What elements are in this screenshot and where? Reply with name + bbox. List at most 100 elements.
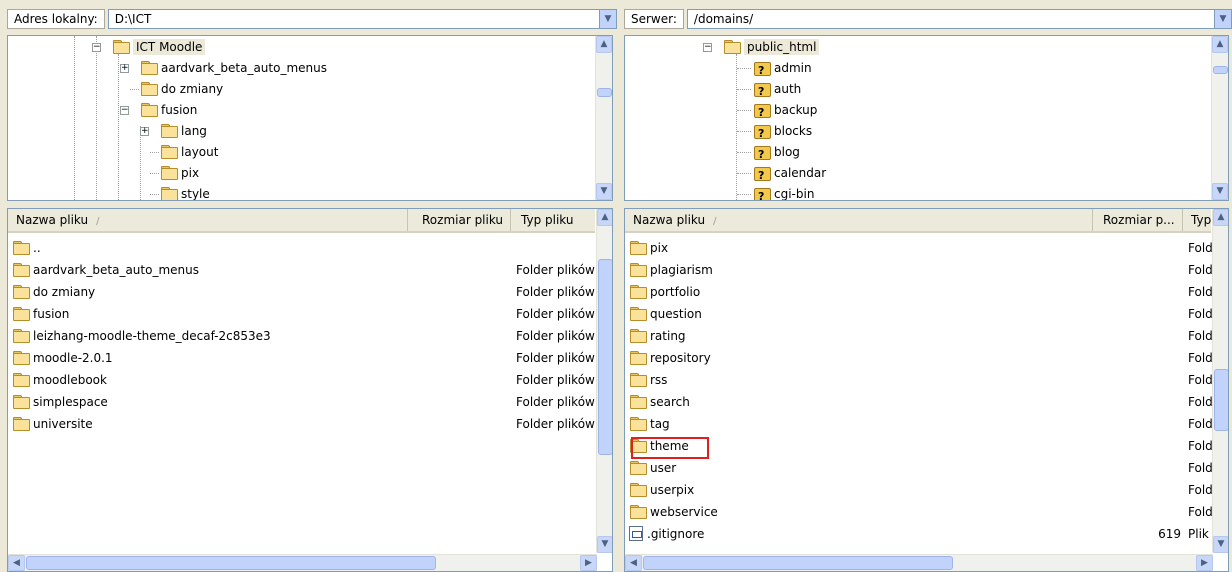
scroll-left-button[interactable]: ◀ (8, 555, 25, 571)
scroll-thumb[interactable] (643, 556, 953, 570)
chevron-down-icon[interactable]: ▼ (1215, 9, 1232, 29)
expand-icon[interactable]: + (120, 64, 129, 73)
scroll-up-button[interactable]: ▲ (597, 209, 612, 226)
list-item[interactable]: rss (629, 369, 667, 391)
tree-node[interactable]: ? backup (753, 100, 817, 120)
local-tree[interactable]: − ICT Moodle + aardvark_beta_auto_menus do z… (7, 35, 613, 201)
vertical-scrollbar[interactable]: ▲ ▼ (1211, 36, 1228, 200)
list-item[interactable]: repository (629, 347, 711, 369)
scroll-thumb[interactable] (1213, 66, 1228, 74)
tree-node[interactable]: pix (160, 163, 199, 183)
tree-guide-line (736, 54, 737, 200)
list-item[interactable]: tag (629, 413, 670, 435)
list-item[interactable]: moodle-2.0.1 (12, 347, 113, 369)
list-item[interactable]: search (629, 391, 690, 413)
folder-icon (140, 82, 158, 96)
scroll-up-button[interactable]: ▲ (596, 36, 612, 53)
question-folder-icon: ? (753, 123, 771, 140)
scroll-thumb[interactable] (598, 259, 612, 455)
tree-node[interactable]: layout (160, 142, 218, 162)
chevron-down-icon[interactable]: ▼ (600, 9, 617, 29)
horizontal-scrollbar[interactable]: ◀ ▶ (8, 554, 597, 571)
tree-node[interactable]: ? auth (753, 79, 801, 99)
list-item[interactable]: user (629, 457, 676, 479)
horizontal-scrollbar[interactable]: ◀ ▶ (625, 554, 1213, 571)
list-item[interactable]: rating (629, 325, 686, 347)
column-header-type[interactable]: Typ pliku (511, 209, 597, 231)
vertical-scrollbar[interactable]: ▲ ▼ (1212, 209, 1228, 553)
remote-address-input[interactable]: /domains/ (686, 9, 1215, 29)
list-item[interactable]: portfolio (629, 281, 700, 303)
file-type: Folder plików (516, 285, 595, 299)
scroll-left-button[interactable]: ◀ (625, 555, 642, 571)
tree-guide-line (737, 68, 751, 69)
tree-node[interactable]: ? blocks (753, 121, 812, 141)
list-item[interactable]: aardvark_beta_auto_menus (12, 259, 199, 281)
tree-node-label: calendar (774, 166, 827, 180)
tree-guide-line (74, 36, 75, 200)
tree-node[interactable]: − public_html (703, 37, 820, 57)
scroll-down-button[interactable]: ▼ (1213, 536, 1228, 553)
tree-node[interactable]: − fusion (120, 100, 197, 120)
local-address-input[interactable]: D:\ICT (107, 9, 600, 29)
collapse-icon[interactable]: − (92, 43, 101, 52)
list-item[interactable]: .. (12, 237, 41, 259)
list-item[interactable]: userpix (629, 479, 694, 501)
list-item[interactable]: simplespace (12, 391, 108, 413)
collapse-icon[interactable]: − (703, 43, 712, 52)
list-item[interactable]: .gitignore (629, 523, 704, 545)
tree-node[interactable]: ? blog (753, 142, 800, 162)
remote-file-list[interactable]: Nazwa pliku / Rozmiar p... Typ pix Fold pla… (624, 208, 1229, 572)
list-item[interactable]: universite (12, 413, 93, 435)
scroll-up-button[interactable]: ▲ (1213, 209, 1228, 226)
expand-icon[interactable]: + (140, 127, 149, 136)
list-item[interactable]: do zmiany (12, 281, 95, 303)
tree-node[interactable]: do zmiany (140, 79, 223, 99)
vertical-scrollbar[interactable]: ▲ ▼ (595, 36, 612, 200)
scroll-right-button[interactable]: ▶ (1196, 555, 1213, 571)
list-item[interactable]: question (629, 303, 702, 325)
tree-node[interactable]: − ICT Moodle (92, 37, 206, 57)
file-name: pix (650, 241, 669, 255)
column-header-type[interactable]: Typ (1183, 209, 1213, 231)
list-item[interactable]: leizhang-moodle-theme_decaf-2c853e3 (12, 325, 271, 347)
folder-icon (140, 103, 158, 117)
folder-icon (629, 505, 647, 519)
scroll-up-button[interactable]: ▲ (1212, 36, 1228, 53)
folder-icon (629, 373, 647, 387)
file-name: simplespace (33, 395, 108, 409)
tree-node[interactable]: ? calendar (753, 163, 826, 183)
list-item[interactable]: webservice (629, 501, 718, 523)
list-item[interactable]: moodlebook (12, 369, 107, 391)
scroll-down-button[interactable]: ▼ (1212, 183, 1228, 200)
file-size: 619 (1158, 527, 1181, 541)
file-type: Fold (1188, 285, 1212, 299)
column-header-name[interactable]: Nazwa pliku / (8, 209, 408, 231)
local-file-list[interactable]: Nazwa pliku / Rozmiar pliku Typ pliku .. a… (7, 208, 613, 572)
tree-node[interactable]: + lang (140, 121, 207, 141)
tree-node[interactable]: ? cgi-bin (753, 184, 814, 200)
tree-node[interactable]: + aardvark_beta_auto_menus (120, 58, 327, 78)
tree-node[interactable]: style (160, 184, 210, 200)
folder-icon (629, 395, 647, 409)
list-item[interactable]: pix (629, 237, 668, 259)
scroll-right-button[interactable]: ▶ (580, 555, 597, 571)
collapse-icon[interactable]: − (120, 106, 129, 115)
question-mark-icon: ? (758, 148, 765, 161)
list-item[interactable]: plagiarism (629, 259, 713, 281)
file-type: Fold (1188, 263, 1212, 277)
tree-node[interactable]: ? admin (753, 58, 812, 78)
list-item[interactable]: fusion (12, 303, 69, 325)
tree-node-label: pix (181, 166, 200, 180)
column-header-name[interactable]: Nazwa pliku / (625, 209, 1093, 231)
scroll-down-button[interactable]: ▼ (596, 183, 612, 200)
scroll-thumb[interactable] (597, 88, 612, 97)
question-folder-icon: ? (753, 165, 771, 182)
column-header-size[interactable]: Rozmiar pliku (408, 209, 511, 231)
vertical-scrollbar[interactable]: ▲ ▼ (596, 209, 612, 553)
column-header-size[interactable]: Rozmiar p... (1093, 209, 1183, 231)
scroll-thumb[interactable] (26, 556, 436, 570)
scroll-thumb[interactable] (1214, 369, 1228, 431)
remote-tree[interactable]: − public_html? admin? auth? backup? blocks? bl… (624, 35, 1229, 201)
scroll-down-button[interactable]: ▼ (597, 536, 612, 553)
